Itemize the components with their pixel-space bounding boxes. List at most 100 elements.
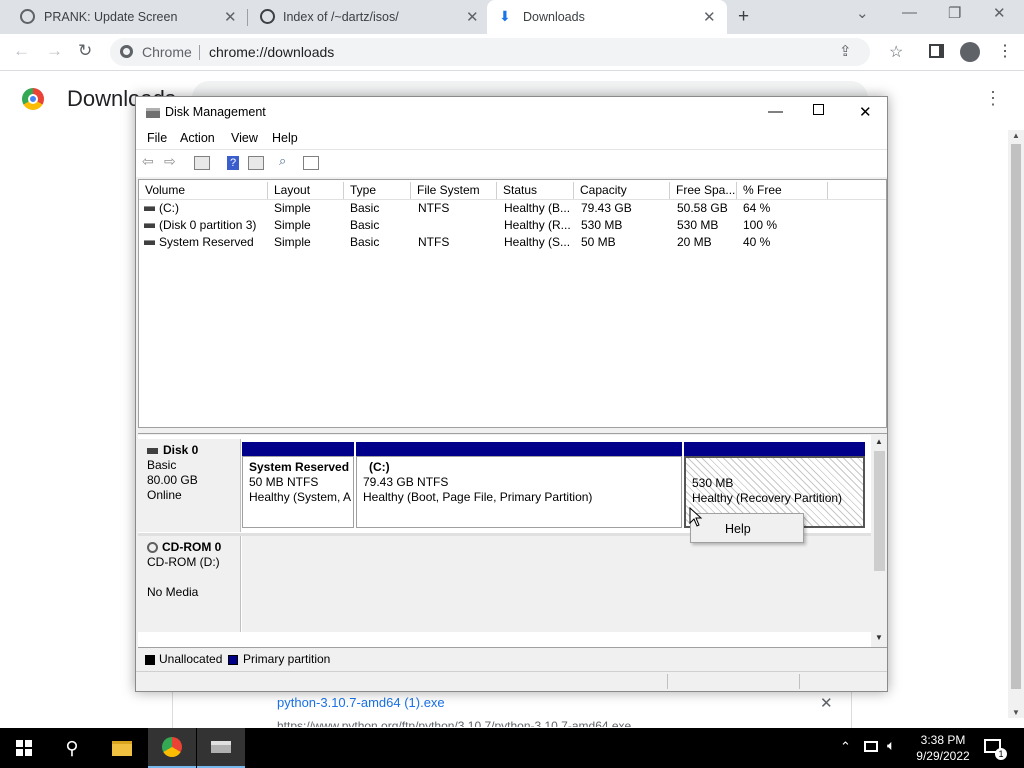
close-icon[interactable]: ✕	[703, 8, 716, 26]
minimize-button[interactable]: —	[902, 4, 917, 21]
layout-cell: Simple	[274, 235, 311, 249]
window-titlebar[interactable]: Disk Management — ✕	[136, 97, 887, 127]
page-scrollbar[interactable]: ▲ ▼	[1008, 130, 1024, 718]
network-icon[interactable]	[864, 741, 878, 752]
chrome-icon	[120, 45, 133, 58]
taskbar-clock[interactable]: 3:38 PM 9/29/2022	[908, 732, 978, 764]
partition-title	[692, 461, 863, 476]
capacity-cell: 50 MB	[581, 235, 616, 249]
new-tab-button[interactable]: +	[738, 6, 749, 28]
menu-help[interactable]: Help	[272, 131, 298, 145]
mouse-cursor-icon	[689, 507, 703, 527]
column-file-system[interactable]: File System	[411, 182, 497, 199]
column-capacity[interactable]: Capacity	[574, 182, 670, 199]
side-panel-icon[interactable]	[929, 44, 944, 58]
start-button[interactable]	[0, 728, 48, 768]
disk-name: Disk 0	[163, 443, 199, 457]
legend: Unallocated Primary partition	[138, 647, 887, 669]
scroll-down-arrow-icon[interactable]: ▼	[875, 633, 883, 642]
rescan-disks-icon[interactable]: ⌕	[279, 153, 295, 168]
partition-system-reserved[interactable]: System Reserved 50 MB NTFS Healthy (Syst…	[242, 456, 354, 528]
disk-0-label[interactable]: Disk 0 Basic 80.00 GB Online	[138, 439, 241, 532]
close-icon[interactable]: ✕	[224, 8, 237, 26]
toolbar: ⇦ ⇨ ? ⌕	[136, 149, 887, 177]
table-row[interactable]: (C:) Simple Basic NTFS Healthy (B... 79.…	[139, 200, 886, 217]
file-explorer-icon[interactable]	[98, 728, 146, 768]
back-button[interactable]: ←	[13, 41, 30, 61]
menu-bar: File Action View Help	[136, 127, 887, 149]
menu-action[interactable]: Action	[180, 131, 215, 145]
chrome-menu-icon[interactable]: ⋮	[997, 41, 1013, 61]
context-menu-help[interactable]: Help	[725, 522, 751, 536]
column-layout[interactable]: Layout	[268, 182, 344, 199]
column-free-space[interactable]: Free Spa...	[670, 182, 737, 199]
tab-prank-update-screen[interactable]: PRANK: Update Screen ✕	[0, 0, 246, 34]
scrollbar-thumb[interactable]	[1011, 144, 1021, 689]
properties-icon[interactable]	[248, 156, 264, 170]
cdrom-0-label[interactable]: CD-ROM 0 CD-ROM (D:) No Media	[138, 536, 241, 632]
scroll-down-arrow-icon[interactable]: ▼	[1012, 708, 1020, 717]
share-icon[interactable]: ⇪	[839, 42, 852, 60]
download-url-link[interactable]: https://www.python.org/ftp/python/3.10.7…	[277, 719, 631, 727]
column-type[interactable]: Type	[344, 182, 411, 199]
list-view-icon[interactable]	[303, 156, 319, 170]
capacity-cell: 530 MB	[581, 218, 623, 232]
profile-avatar[interactable]	[960, 42, 980, 62]
table-row[interactable]: (Disk 0 partition 3) Simple Basic Health…	[139, 217, 886, 234]
download-filename-link[interactable]: python-3.10.7-amd64 (1).exe	[277, 695, 445, 710]
scrollbar-thumb[interactable]	[874, 451, 885, 571]
tab-index-isos[interactable]: Index of /~dartz/isos/ ✕	[248, 0, 486, 34]
partition-title: (C:)	[369, 460, 390, 474]
column-volume[interactable]: Volume	[139, 182, 268, 199]
back-arrow-icon[interactable]: ⇦	[142, 153, 158, 169]
partition-size: 50 MB NTFS	[249, 475, 319, 489]
context-menu: Help	[690, 513, 804, 543]
status-cell: Healthy (R...	[504, 218, 571, 232]
tab-strip: PRANK: Update Screen ✕ Index of /~dartz/…	[0, 0, 1024, 34]
address-bar[interactable]: Chrome chrome://downloads ⇪	[110, 38, 870, 66]
layout-cell: Simple	[274, 201, 311, 215]
tab-search-icon[interactable]: ⌄	[856, 4, 869, 22]
legend-unallocated-label: Unallocated	[159, 652, 223, 666]
tab-downloads[interactable]: ⬇ Downloads ✕	[487, 0, 727, 34]
column-status[interactable]: Status	[497, 182, 574, 199]
menu-view[interactable]: View	[231, 131, 258, 145]
more-actions-icon[interactable]: ⋮	[984, 88, 1002, 109]
partition-bar	[684, 442, 865, 456]
close-icon[interactable]: ✕	[466, 8, 479, 26]
scroll-up-arrow-icon[interactable]: ▲	[1012, 131, 1020, 140]
partition-status: Healthy (Recovery Partition)	[692, 491, 843, 505]
free-cell: 50.58 GB	[677, 201, 728, 215]
volume-cell: (Disk 0 partition 3)	[144, 217, 256, 234]
bookmark-star-icon[interactable]: ☆	[889, 42, 903, 62]
scroll-up-arrow-icon[interactable]: ▲	[875, 437, 883, 446]
clock-time: 3:38 PM	[920, 733, 966, 747]
remove-download-icon[interactable]: ✕	[820, 694, 833, 712]
table-row[interactable]: System Reserved Simple Basic NTFS Health…	[139, 234, 886, 251]
chevron-up-icon[interactable]: ⌃	[840, 739, 851, 755]
forward-arrow-icon[interactable]: ⇨	[164, 153, 180, 169]
menu-file[interactable]: File	[147, 131, 167, 145]
partition-c[interactable]: (C:) 79.43 GB NTFS Healthy (Boot, Page F…	[356, 456, 682, 528]
forward-button[interactable]: →	[46, 41, 63, 61]
show-hide-console-tree-icon[interactable]	[194, 156, 210, 170]
search-icon[interactable]: ⚲	[48, 728, 96, 768]
help-icon[interactable]: ?	[227, 156, 239, 170]
close-window-button[interactable]: ✕	[993, 4, 1006, 22]
chrome-taskbar-icon[interactable]	[148, 728, 196, 768]
maximize-button[interactable]	[813, 104, 824, 115]
graphical-view-scrollbar[interactable]: ▲ ▼	[871, 435, 887, 647]
disk-management-taskbar-icon[interactable]	[197, 728, 245, 768]
minimize-button[interactable]: —	[768, 103, 783, 120]
disk-type: Basic	[147, 458, 177, 472]
disk-name: CD-ROM 0	[162, 540, 222, 554]
column-percent-free[interactable]: % Free	[737, 182, 828, 199]
close-button[interactable]: ✕	[859, 103, 872, 121]
site-chip: Chrome	[142, 44, 192, 60]
pane-splitter[interactable]	[138, 428, 887, 434]
reload-button[interactable]: ↻	[78, 41, 92, 61]
chrome-logo-icon	[162, 737, 182, 757]
volume-icon[interactable]: 🔈︎	[887, 737, 895, 754]
tab-title: PRANK: Update Screen	[44, 10, 178, 24]
restore-button[interactable]: ❐	[948, 4, 961, 22]
